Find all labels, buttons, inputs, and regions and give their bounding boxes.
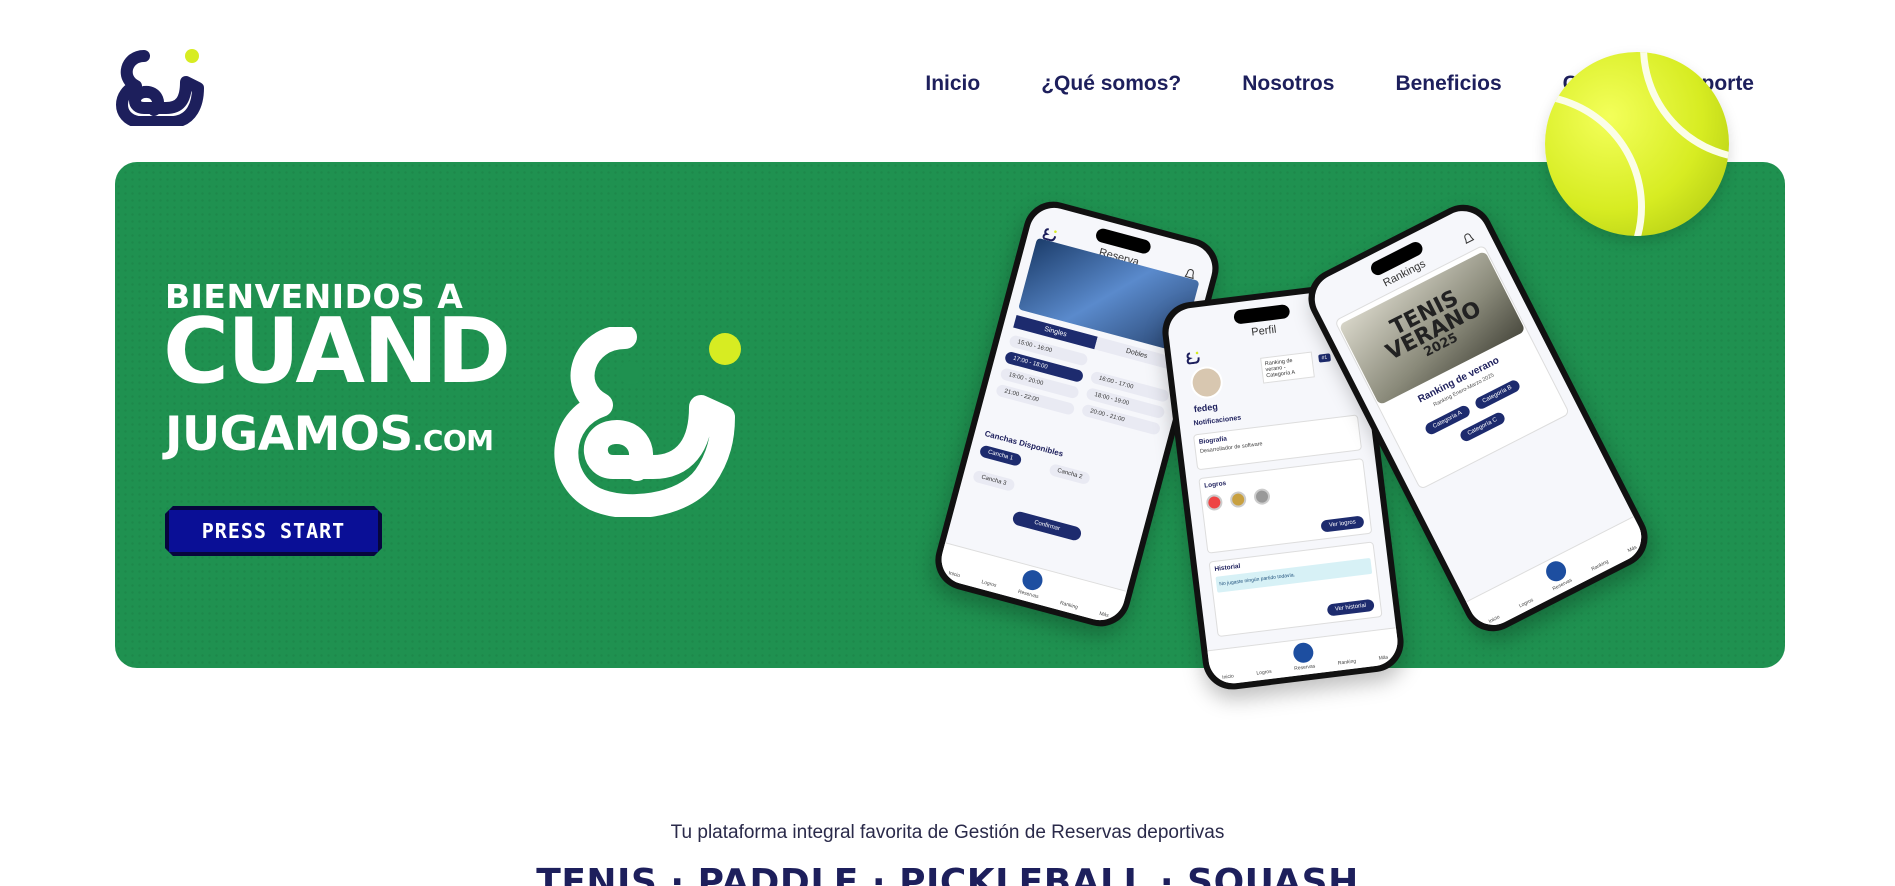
reservas-icon — [1291, 641, 1315, 664]
hero-brand-domain: .COM — [412, 424, 494, 457]
tennis-ball-icon — [1545, 52, 1729, 236]
ver-historial-wrap: Ver historial — [1326, 593, 1375, 617]
nav-nosotros[interactable]: Nosotros — [1242, 72, 1334, 96]
court-option[interactable]: Cancha 3 — [972, 469, 1016, 492]
ver-logros-button[interactable]: Ver logros — [1320, 515, 1365, 533]
slots-left: 15:00 - 16:00 17:00 - 18:00 19:00 - 20:0… — [995, 334, 1089, 416]
brand-ampersand-icon — [554, 327, 741, 517]
phone-tabbar: Inicio Logros Reservas Ranking Más — [1207, 627, 1401, 687]
press-start-label: PRESS START — [201, 519, 346, 543]
hero-brand-jugamos: JUGAMOS — [165, 407, 413, 462]
nav-beneficios[interactable]: Beneficios — [1395, 72, 1501, 96]
trophy-icon — [1229, 490, 1248, 509]
racket-icon — [1253, 487, 1271, 506]
logo[interactable] — [114, 48, 204, 126]
tab-reservas-label: Reservas — [1293, 663, 1316, 672]
hero-banner: BIENVENIDOS A CUAND JUGAMOS.COM PRESS ST… — [115, 162, 1785, 693]
hero-brand-line1: CUAND — [163, 299, 511, 404]
ranking-card[interactable]: Ranking de verano - Categoría A — [1260, 351, 1315, 384]
tab-ranking[interactable]: Ranking — [1059, 600, 1078, 611]
tab-mas[interactable]: Más — [1099, 611, 1110, 619]
confirm-wrap: Confirmar — [954, 490, 1141, 557]
court-option[interactable]: Cancha 1 — [978, 444, 1023, 467]
tab-mas[interactable]: Más — [1627, 544, 1638, 554]
tab-logros[interactable]: Logros — [1256, 669, 1272, 677]
avatar[interactable] — [1188, 364, 1225, 401]
ball-seam — [1640, 52, 1729, 162]
courts-row2: Cancha 3 — [972, 464, 1017, 492]
slots-right: 16:00 - 17:00 18:00 - 19:00 20:00 - 21:0… — [1080, 370, 1171, 436]
tagline: Tu plataforma integral favorita de Gesti… — [670, 822, 1225, 843]
tab-reservas-label: Reservas — [1017, 588, 1040, 601]
medal-icon — [1205, 493, 1224, 512]
tab-reservas[interactable]: Reservas — [1291, 641, 1316, 672]
ranking-badge: #1 — [1318, 353, 1331, 363]
tab-inicio[interactable]: Inicio — [1488, 614, 1501, 625]
tab-logros[interactable]: Logros — [981, 579, 997, 589]
notifications-label: Notificaciones — [1193, 414, 1242, 428]
history-card: Historial No jugaste ningún partido toda… — [1208, 541, 1383, 638]
tab-reservas[interactable]: Reservas — [1542, 558, 1573, 592]
tab-ranking[interactable]: Ranking — [1338, 658, 1357, 666]
tab-inicio[interactable]: Inicio — [1222, 673, 1234, 680]
ver-logros-wrap: Ver logros — [1320, 509, 1365, 533]
sports-list: TENIS · PADDLE · PICKLEBALL · SQUASH — [536, 862, 1359, 886]
press-start-button[interactable]: PRESS START — [165, 506, 382, 556]
ball-seam — [1545, 92, 1645, 236]
reservas-icon — [1019, 567, 1045, 593]
username: fedeg — [1193, 401, 1219, 415]
nav-inicio[interactable]: Inicio — [925, 72, 980, 96]
tab-inicio[interactable]: Inicio — [948, 570, 961, 579]
tab-ranking[interactable]: Ranking — [1591, 559, 1610, 573]
court-option[interactable]: Cancha 2 — [1048, 462, 1092, 486]
tab-mas[interactable]: Más — [1378, 654, 1388, 661]
tab-reservas[interactable]: Reservas — [1017, 567, 1045, 601]
ver-historial-button[interactable]: Ver historial — [1326, 598, 1375, 617]
tab-logros[interactable]: Logros — [1518, 597, 1534, 609]
phone-notch — [1233, 303, 1291, 325]
nav-que-somos[interactable]: ¿Qué somos? — [1041, 72, 1181, 96]
app-logo-icon — [1186, 351, 1200, 365]
confirm-button[interactable]: Confirmar — [1011, 510, 1083, 542]
achievements-card: Logros Ver logros — [1198, 458, 1373, 554]
hero-brand-line2: JUGAMOS.COM — [165, 411, 494, 458]
